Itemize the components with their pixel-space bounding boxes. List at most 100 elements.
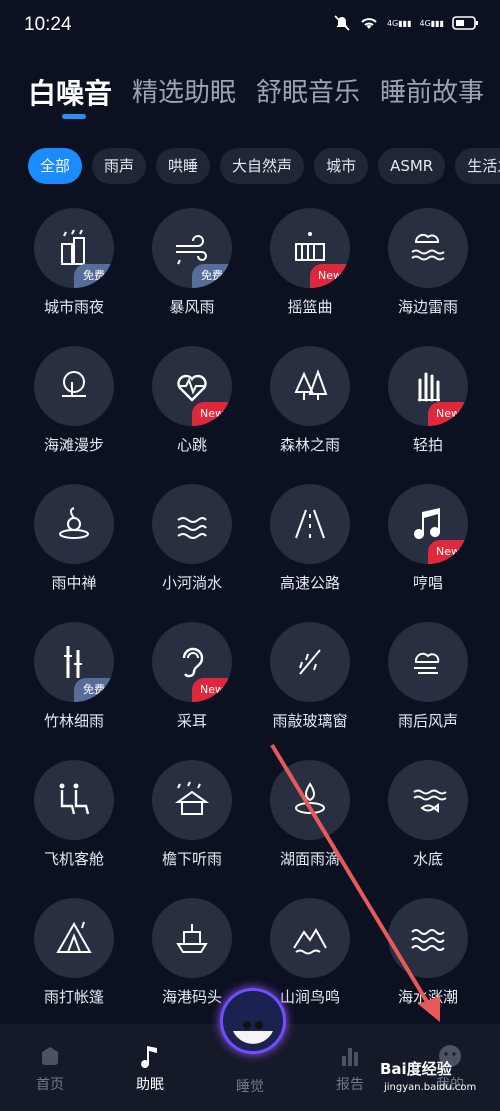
tab-selected-sleep[interactable]: 精选助眠 bbox=[132, 72, 236, 112]
lake-drop-icon bbox=[295, 782, 325, 814]
sleep-icon bbox=[223, 991, 283, 1051]
sea-thunder-icon bbox=[411, 233, 445, 261]
chip-lull[interactable]: 哄睡 bbox=[156, 148, 211, 184]
airplane-seat-icon bbox=[59, 783, 90, 815]
sound-tile-circle: New bbox=[152, 346, 232, 426]
sound-tile-label: 暴风雨 bbox=[169, 298, 215, 316]
new-badge: New bbox=[192, 402, 232, 426]
sound-tile[interactable]: 飞机客舱 bbox=[15, 760, 133, 869]
sound-tile[interactable]: 免费 竹林细雨 bbox=[15, 622, 133, 731]
sound-tile-label: 雨中禅 bbox=[51, 574, 97, 592]
chip-all[interactable]: 全部 bbox=[28, 148, 83, 184]
sound-tile-label: 海边雷雨 bbox=[397, 298, 458, 316]
new-badge: New bbox=[428, 540, 468, 564]
chip-city[interactable]: 城市 bbox=[314, 148, 369, 184]
music-icon bbox=[141, 1046, 157, 1068]
tab-bedtime-story[interactable]: 睡前故事 bbox=[380, 72, 484, 112]
beach-icon bbox=[62, 371, 86, 397]
status-time: 10:24 bbox=[24, 14, 72, 35]
nav-sleep-label: 睡觉 bbox=[236, 1079, 264, 1095]
sound-tile[interactable]: 免费城市雨夜 bbox=[15, 208, 133, 317]
sound-tile-circle bbox=[270, 760, 350, 840]
sound-tile[interactable]: New 心跳 bbox=[133, 346, 251, 455]
sound-tile[interactable]: 水底 bbox=[369, 760, 487, 869]
underwater-icon bbox=[413, 789, 447, 813]
sound-tile-circle: 免费 bbox=[34, 622, 114, 702]
sound-tile[interactable]: 雨中禅 bbox=[15, 484, 133, 593]
sound-tile-label: 海滩漫步 bbox=[43, 436, 104, 454]
chip-nature[interactable]: 大自然声 bbox=[220, 148, 305, 184]
watermark-url: jingyan.baidu.com bbox=[384, 1082, 477, 1093]
chip-life[interactable]: 生活之 bbox=[455, 148, 500, 184]
sound-tile-circle: New bbox=[270, 208, 350, 288]
forest-rain-icon bbox=[294, 369, 328, 400]
chip-rain[interactable]: 雨声 bbox=[92, 148, 147, 184]
sound-tile[interactable]: 湖面雨滴 bbox=[251, 760, 369, 869]
sound-tile-circle: 免费 bbox=[152, 208, 232, 288]
window-rain-icon bbox=[299, 649, 321, 675]
sound-tile[interactable]: 海水涨潮 bbox=[369, 898, 487, 1007]
nav-report[interactable]: 报告 bbox=[315, 1042, 385, 1094]
nav-sleep[interactable]: 睡觉 bbox=[215, 1076, 285, 1096]
sound-tile[interactable]: 雨后风声 bbox=[369, 622, 487, 731]
sound-tile[interactable]: New 轻拍 bbox=[369, 346, 487, 455]
signal-icon-2: 4G▮▮▮ bbox=[419, 18, 444, 28]
nav-home[interactable]: 首页 bbox=[15, 1042, 85, 1094]
sound-tile[interactable]: 山涧鸟鸣 bbox=[251, 898, 369, 1007]
sound-tile[interactable]: New 采耳 bbox=[133, 622, 251, 731]
nav-home-label: 首页 bbox=[36, 1077, 64, 1093]
nav-sleep-aid[interactable]: 助眠 bbox=[115, 1042, 185, 1094]
sound-tile[interactable]: New 哼唱 bbox=[369, 484, 487, 593]
sound-tile-circle bbox=[34, 484, 114, 564]
sound-tile[interactable]: New 摇篮曲 bbox=[251, 208, 369, 317]
sound-tile[interactable]: 海港码头 bbox=[133, 898, 251, 1007]
ship-icon bbox=[176, 924, 208, 953]
sound-tile[interactable]: 海边雷雨 bbox=[369, 208, 487, 317]
sound-tile-circle: New bbox=[388, 484, 468, 564]
sound-tile-label: 檐下听雨 bbox=[161, 850, 222, 868]
sound-tile-label: 雨敲玻璃窗 bbox=[272, 712, 348, 730]
active-tab-indicator bbox=[62, 114, 86, 119]
tent-icon bbox=[56, 921, 92, 953]
sound-tile-circle: New bbox=[388, 346, 468, 426]
sound-tile[interactable]: 高速公路 bbox=[251, 484, 369, 593]
sound-tile[interactable]: 檐下听雨 bbox=[133, 760, 251, 869]
sound-tile-label: 采耳 bbox=[176, 712, 207, 730]
sound-tile-circle bbox=[152, 484, 232, 564]
sound-tile-circle bbox=[270, 622, 350, 702]
sound-tile-circle bbox=[152, 898, 232, 978]
sound-tile-label: 小河淌水 bbox=[161, 574, 222, 592]
free-badge: 免费 bbox=[192, 264, 232, 288]
sound-tile-label: 森林之雨 bbox=[279, 436, 340, 454]
sound-tile[interactable]: 雨敲玻璃窗 bbox=[251, 622, 369, 731]
sound-tile-label: 雨打帐篷 bbox=[43, 988, 104, 1006]
sound-tile-circle bbox=[388, 622, 468, 702]
sound-tile-label: 城市雨夜 bbox=[43, 298, 104, 316]
chip-asmr[interactable]: ASMR bbox=[378, 148, 446, 184]
sound-tile-label: 摇篮曲 bbox=[287, 298, 333, 316]
new-badge: New bbox=[310, 264, 350, 288]
nav-sleep-aid-label: 助眠 bbox=[136, 1077, 164, 1093]
free-badge: 免费 bbox=[74, 264, 114, 288]
status-icons: 4G▮▮▮ 4G▮▮▮ bbox=[333, 14, 480, 32]
new-badge: New bbox=[192, 678, 232, 702]
sound-tile[interactable]: 海滩漫步 bbox=[15, 346, 133, 455]
category-tabs: 白噪音 精选助眠 舒眠音乐 睡前故事 bbox=[28, 72, 484, 112]
wifi-icon bbox=[361, 18, 377, 29]
free-badge: 免费 bbox=[74, 678, 114, 702]
sound-tile[interactable]: 小河淌水 bbox=[133, 484, 251, 593]
battery-icon bbox=[452, 16, 478, 30]
sound-tile[interactable]: 雨打帐篷 bbox=[15, 898, 133, 1007]
watermark-logo: Bai度经验 bbox=[380, 1060, 452, 1078]
tab-sleep-music[interactable]: 舒眠音乐 bbox=[256, 72, 360, 112]
sleep-center-button[interactable] bbox=[220, 988, 286, 1054]
sound-tile-circle: New bbox=[152, 622, 232, 702]
mute-icon bbox=[334, 15, 350, 31]
sound-tile-circle bbox=[270, 346, 350, 426]
sound-tile[interactable]: 免费暴风雨 bbox=[133, 208, 251, 317]
filter-chips: 全部 雨声 哄睡 大自然声 城市 ASMR 生活之 bbox=[28, 148, 500, 184]
sound-tile[interactable]: 森林之雨 bbox=[251, 346, 369, 455]
tab-white-noise[interactable]: 白噪音 bbox=[28, 72, 112, 112]
sound-tile-label: 飞机客舱 bbox=[43, 850, 104, 868]
nav-report-label: 报告 bbox=[336, 1077, 364, 1093]
